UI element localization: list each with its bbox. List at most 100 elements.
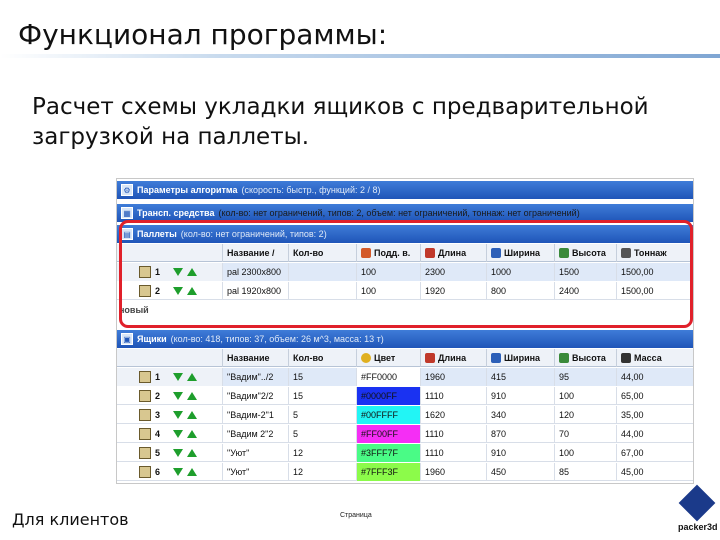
box-height-cell[interactable]: 120 xyxy=(555,406,617,424)
boxes-row[interactable]: 4 "Вадим 2"2 5 #FF00FF 1110 870 70 44,00 xyxy=(117,425,693,443)
box-row-icon xyxy=(139,409,151,421)
row-number: 1 xyxy=(155,372,161,382)
box-length-cell[interactable]: 1960 xyxy=(421,368,487,386)
box-height-cell[interactable]: 85 xyxy=(555,463,617,481)
box-length-cell[interactable]: 1620 xyxy=(421,406,487,424)
box-height-cell[interactable]: 70 xyxy=(555,425,617,443)
move-down-icon[interactable] xyxy=(173,430,183,438)
box-color-cell[interactable]: #0000FF xyxy=(357,387,421,405)
box-qty-cell[interactable]: 5 xyxy=(289,425,357,443)
move-down-icon[interactable] xyxy=(173,468,183,476)
box-qty-cell[interactable]: 12 xyxy=(289,444,357,462)
boxes-row[interactable]: 5 "Уют" 12 #3FFF7F 1110 910 100 67,00 xyxy=(117,444,693,462)
box-color-cell[interactable]: #FF0000 xyxy=(357,368,421,386)
box-width-cell[interactable]: 870 xyxy=(487,425,555,443)
box-color-cell[interactable]: #00FFFF xyxy=(357,406,421,424)
boxes-col-mass-label: Масса xyxy=(634,353,662,363)
row-controls: 4 xyxy=(117,425,223,443)
box-color-cell[interactable]: #7FFF3F xyxy=(357,463,421,481)
box-height-cell[interactable]: 100 xyxy=(555,444,617,462)
boxes-col-selector xyxy=(117,349,223,367)
boxes-row[interactable]: 1 "Вадим"../2 15 #FF0000 1960 415 95 44,… xyxy=(117,368,693,386)
box-name-cell[interactable]: "Вадим"2/2 xyxy=(223,387,289,405)
move-up-icon[interactable] xyxy=(187,468,197,476)
box-row-icon xyxy=(139,390,151,402)
box-name-cell[interactable]: "Вадим-2"1 xyxy=(223,406,289,424)
box-length-cell[interactable]: 1960 xyxy=(421,463,487,481)
box-width-cell[interactable]: 415 xyxy=(487,368,555,386)
panel-algorithm-header[interactable]: ⚙ Параметры алгоритма (скорость: быстр.,… xyxy=(117,181,693,199)
move-down-icon[interactable] xyxy=(173,411,183,419)
box-name-cell[interactable]: "Вадим"../2 xyxy=(223,368,289,386)
box-mass-cell[interactable]: 65,00 xyxy=(617,387,693,405)
box-mass-cell[interactable]: 45,00 xyxy=(617,463,693,481)
settings-icon: ⚙ xyxy=(121,184,133,196)
box-name-cell[interactable]: "Уют" xyxy=(223,463,289,481)
row-number: 6 xyxy=(155,467,161,477)
move-up-icon[interactable] xyxy=(187,373,197,381)
footer-audience: Для клиентов xyxy=(12,510,129,529)
box-mass-cell[interactable]: 44,00 xyxy=(617,425,693,443)
box-length-cell[interactable]: 1110 xyxy=(421,425,487,443)
panel-algorithm-detail: (скорость: быстр., функций: 2 / 8) xyxy=(241,185,381,195)
box-width-cell[interactable]: 910 xyxy=(487,444,555,462)
box-qty-cell[interactable]: 15 xyxy=(289,387,357,405)
move-down-icon[interactable] xyxy=(173,392,183,400)
boxes-col-color-label: Цвет xyxy=(374,353,396,363)
row-number: 5 xyxy=(155,448,161,458)
box-qty-cell[interactable]: 12 xyxy=(289,463,357,481)
box-height-cell[interactable]: 95 xyxy=(555,368,617,386)
box-qty-cell[interactable]: 15 xyxy=(289,368,357,386)
boxes-row[interactable]: 6 "Уют" 12 #7FFF3F 1960 450 85 45,00 xyxy=(117,463,693,481)
panel-boxes-title: Ящики xyxy=(137,334,167,344)
row-controls: 5 xyxy=(117,444,223,462)
box-height-cell[interactable]: 100 xyxy=(555,387,617,405)
length-icon xyxy=(425,353,435,363)
panel-algorithm-title: Параметры алгоритма xyxy=(137,185,238,195)
box-mass-cell[interactable]: 67,00 xyxy=(617,444,693,462)
box-name-cell[interactable]: "Вадим 2"2 xyxy=(223,425,289,443)
box-color-cell[interactable]: #3FFF7F xyxy=(357,444,421,462)
box-width-cell[interactable]: 340 xyxy=(487,406,555,424)
boxes-col-length[interactable]: Длина xyxy=(421,349,487,367)
boxes-col-width-label: Ширина xyxy=(504,353,541,363)
box-length-cell[interactable]: 1110 xyxy=(421,444,487,462)
row-controls: 1 xyxy=(117,368,223,386)
weight-icon xyxy=(621,353,631,363)
panel-transport-detail: (кол-во: нет ограничений, типов: 2, объе… xyxy=(218,208,580,218)
slide-title: Функционал программы: xyxy=(18,18,388,51)
box-length-cell[interactable]: 1110 xyxy=(421,387,487,405)
move-up-icon[interactable] xyxy=(187,411,197,419)
boxes-col-height[interactable]: Высота xyxy=(555,349,617,367)
boxes-row[interactable]: 3 "Вадим-2"1 5 #00FFFF 1620 340 120 35,0… xyxy=(117,406,693,424)
move-up-icon[interactable] xyxy=(187,449,197,457)
row-controls: 3 xyxy=(117,406,223,424)
move-up-icon[interactable] xyxy=(187,392,197,400)
boxes-col-width[interactable]: Ширина xyxy=(487,349,555,367)
box-qty-cell[interactable]: 5 xyxy=(289,406,357,424)
boxes-col-mass[interactable]: Масса xyxy=(617,349,693,367)
box-width-cell[interactable]: 910 xyxy=(487,387,555,405)
move-down-icon[interactable] xyxy=(173,449,183,457)
box-name-cell[interactable]: "Уют" xyxy=(223,444,289,462)
boxes-col-color[interactable]: Цвет xyxy=(357,349,421,367)
row-controls: 2 xyxy=(117,387,223,405)
row-number: 3 xyxy=(155,410,161,420)
boxes-col-qty[interactable]: Кол-во xyxy=(289,349,357,367)
logo-cube-icon xyxy=(678,484,716,522)
box-width-cell[interactable]: 450 xyxy=(487,463,555,481)
boxes-col-height-label: Высота xyxy=(572,353,606,363)
box-row-icon xyxy=(139,466,151,478)
box-mass-cell[interactable]: 35,00 xyxy=(617,406,693,424)
row-controls: 6 xyxy=(117,463,223,481)
footer-page-label: Страница xyxy=(340,512,372,519)
box-color-cell[interactable]: #FF00FF xyxy=(357,425,421,443)
move-up-icon[interactable] xyxy=(187,430,197,438)
boxes-row[interactable]: 2 "Вадим"2/2 15 #0000FF 1110 910 100 65,… xyxy=(117,387,693,405)
move-down-icon[interactable] xyxy=(173,373,183,381)
row-number: 4 xyxy=(155,429,161,439)
boxes-col-name[interactable]: Название xyxy=(223,349,289,367)
panel-boxes-header[interactable]: ▣ Ящики (кол-во: 418, типов: 37, объем: … xyxy=(117,330,693,348)
width-icon xyxy=(491,353,501,363)
box-mass-cell[interactable]: 44,00 xyxy=(617,368,693,386)
